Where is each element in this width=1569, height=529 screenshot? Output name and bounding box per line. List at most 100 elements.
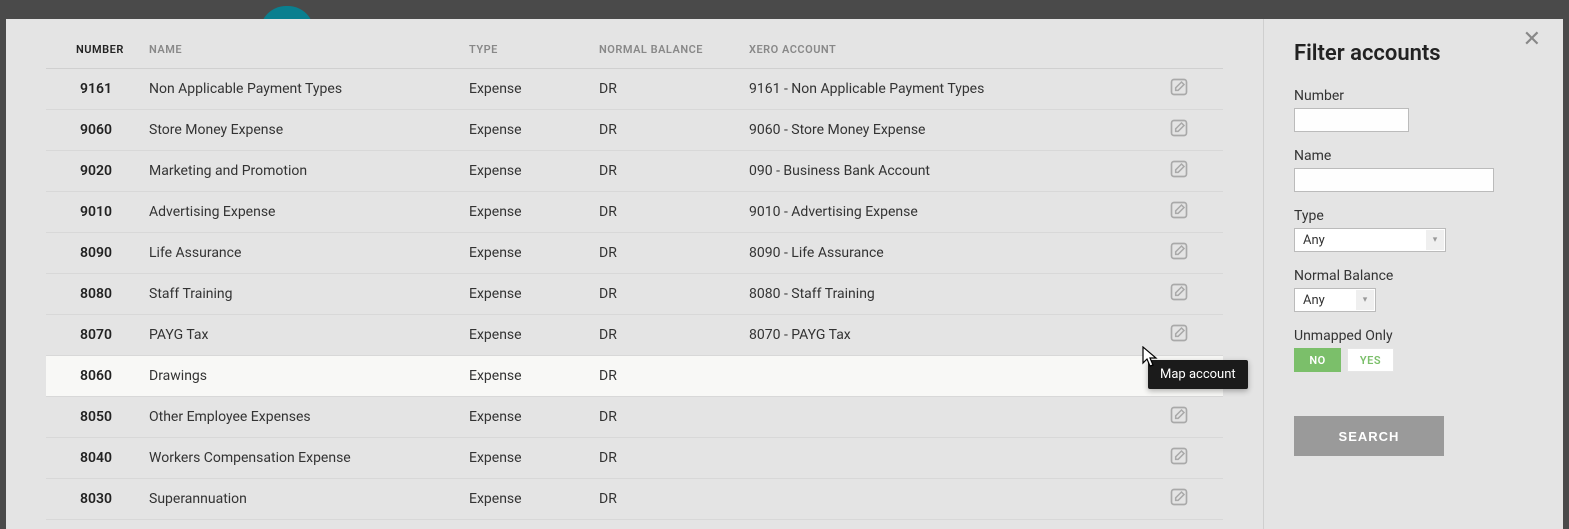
table-row[interactable]: 8060DrawingsExpenseDR	[46, 356, 1223, 397]
edit-icon[interactable]	[1169, 159, 1189, 179]
close-icon[interactable]: ✕	[1523, 29, 1541, 51]
cell-xero: 8090 - Life Assurance	[741, 233, 1133, 274]
cell-name: Non Applicable Payment Types	[141, 69, 461, 110]
accounts-table-panel: NUMBER NAME TYPE NORMAL BALANCE XERO ACC…	[6, 19, 1263, 529]
cell-edit	[1133, 233, 1223, 274]
cell-balance: DR	[591, 397, 741, 438]
cell-edit	[1133, 438, 1223, 479]
edit-icon[interactable]	[1169, 241, 1189, 261]
cell-xero	[741, 520, 1133, 529]
cell-type: Expense	[461, 520, 591, 529]
map-account-tooltip: Map account	[1148, 360, 1248, 389]
filter-type-value: Any	[1295, 230, 1333, 251]
cell-name: PAYG Tax	[141, 315, 461, 356]
filter-balance-value: Any	[1295, 290, 1333, 311]
cell-type: Expense	[461, 315, 591, 356]
unmapped-yes-toggle[interactable]: YES	[1347, 348, 1394, 372]
cell-edit	[1133, 110, 1223, 151]
cell-xero: 090 - Business Bank Account	[741, 151, 1133, 192]
table-row[interactable]: 8030SuperannuationExpenseDR	[46, 479, 1223, 520]
cell-name: Life Assurance	[141, 233, 461, 274]
cell-type: Expense	[461, 397, 591, 438]
cell-number: 9010	[46, 192, 141, 233]
cell-type: Expense	[461, 356, 591, 397]
cell-name: Staff Training	[141, 274, 461, 315]
unmapped-no-toggle[interactable]: NO	[1294, 348, 1341, 372]
filter-balance-select[interactable]: Any ▾	[1294, 288, 1376, 312]
filter-name-input[interactable]	[1294, 168, 1494, 192]
cell-xero: 9161 - Non Applicable Payment Types	[741, 69, 1133, 110]
cell-balance: DR	[591, 110, 741, 151]
cell-number: 9020	[46, 151, 141, 192]
filter-unmapped-label: Unmapped Only	[1294, 328, 1533, 344]
cell-edit	[1133, 151, 1223, 192]
edit-icon[interactable]	[1169, 282, 1189, 302]
cell-number: 9060	[46, 110, 141, 151]
cell-name: Wages Expense	[141, 520, 461, 529]
cell-type: Expense	[461, 438, 591, 479]
filter-type-select[interactable]: Any ▾	[1294, 228, 1446, 252]
cell-number: 8090	[46, 233, 141, 274]
cell-name: Workers Compensation Expense	[141, 438, 461, 479]
header-name[interactable]: NAME	[141, 19, 461, 69]
cell-number: 8070	[46, 315, 141, 356]
cell-edit	[1133, 274, 1223, 315]
cell-balance: DR	[591, 192, 741, 233]
table-row[interactable]: 8020Wages ExpenseExpenseDR	[46, 520, 1223, 529]
cell-balance: DR	[591, 69, 741, 110]
cell-balance: DR	[591, 479, 741, 520]
cell-name: Drawings	[141, 356, 461, 397]
table-header-row: NUMBER NAME TYPE NORMAL BALANCE XERO ACC…	[46, 19, 1223, 69]
table-row[interactable]: 8040Workers Compensation ExpenseExpenseD…	[46, 438, 1223, 479]
edit-icon[interactable]	[1169, 77, 1189, 97]
cell-number: 8050	[46, 397, 141, 438]
chevron-down-icon: ▾	[1426, 230, 1444, 250]
cell-type: Expense	[461, 274, 591, 315]
cell-xero	[741, 438, 1133, 479]
cell-edit	[1133, 397, 1223, 438]
edit-icon[interactable]	[1169, 118, 1189, 138]
header-xero[interactable]: XERO ACCOUNT	[741, 19, 1133, 69]
cell-xero: 9010 - Advertising Expense	[741, 192, 1133, 233]
cell-balance: DR	[591, 274, 741, 315]
cell-type: Expense	[461, 479, 591, 520]
cell-balance: DR	[591, 151, 741, 192]
header-balance[interactable]: NORMAL BALANCE	[591, 19, 741, 69]
edit-icon[interactable]	[1169, 405, 1189, 425]
header-type[interactable]: TYPE	[461, 19, 591, 69]
edit-icon[interactable]	[1169, 487, 1189, 507]
edit-icon[interactable]	[1169, 200, 1189, 220]
edit-icon[interactable]	[1169, 446, 1189, 466]
table-row[interactable]: 9020Marketing and PromotionExpenseDR090 …	[46, 151, 1223, 192]
cell-edit	[1133, 69, 1223, 110]
cell-type: Expense	[461, 69, 591, 110]
cell-balance: DR	[591, 233, 741, 274]
table-row[interactable]: 9010Advertising ExpenseExpenseDR9010 - A…	[46, 192, 1223, 233]
table-row[interactable]: 8070PAYG TaxExpenseDR8070 - PAYG Tax	[46, 315, 1223, 356]
filter-title: Filter accounts	[1294, 41, 1533, 66]
cell-name: Store Money Expense	[141, 110, 461, 151]
table-row[interactable]: 8080Staff TrainingExpenseDR8080 - Staff …	[46, 274, 1223, 315]
table-row[interactable]: 9060Store Money ExpenseExpenseDR9060 - S…	[46, 110, 1223, 151]
table-row[interactable]: 8050Other Employee ExpensesExpenseDR	[46, 397, 1223, 438]
cell-edit	[1133, 479, 1223, 520]
cell-number: 8030	[46, 479, 141, 520]
filter-number-input[interactable]	[1294, 108, 1409, 132]
header-number[interactable]: NUMBER	[46, 19, 141, 69]
cell-number: 8020	[46, 520, 141, 529]
table-row[interactable]: 8090Life AssuranceExpenseDR8090 - Life A…	[46, 233, 1223, 274]
filter-panel: Filter accounts Number Name Type Any ▾ N…	[1263, 19, 1563, 529]
cell-type: Expense	[461, 110, 591, 151]
search-button[interactable]: SEARCH	[1294, 416, 1444, 456]
cell-xero: 8070 - PAYG Tax	[741, 315, 1133, 356]
filter-number-label: Number	[1294, 88, 1533, 104]
cell-edit	[1133, 192, 1223, 233]
accounts-modal: NUMBER NAME TYPE NORMAL BALANCE XERO ACC…	[6, 19, 1563, 529]
cell-edit	[1133, 520, 1223, 529]
cell-xero: 9060 - Store Money Expense	[741, 110, 1133, 151]
cell-number: 8060	[46, 356, 141, 397]
cell-xero	[741, 356, 1133, 397]
table-row[interactable]: 9161Non Applicable Payment TypesExpenseD…	[46, 69, 1223, 110]
edit-icon[interactable]	[1169, 323, 1189, 343]
cell-edit	[1133, 315, 1223, 356]
